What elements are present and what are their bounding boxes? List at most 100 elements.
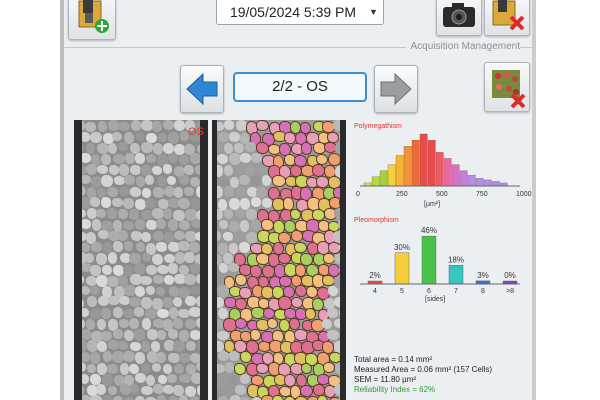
polymegathism-bars — [363, 133, 508, 187]
polymegathism-bar — [387, 164, 396, 187]
endothelial-cell — [185, 340, 196, 351]
endothelial-cell — [235, 187, 247, 198]
datetime-value: 19/05/2024 5:39 PM — [229, 4, 357, 20]
endothelial-cell — [261, 175, 271, 186]
folder-delete-icon — [485, 0, 529, 39]
endothelial-cell — [327, 330, 339, 341]
camera-icon — [437, 3, 481, 39]
endothelial-cell — [240, 396, 250, 400]
endothelial-cell — [179, 154, 189, 166]
endothelial-cell — [129, 187, 142, 197]
endothelial-cell — [112, 395, 123, 400]
endothelial-cell — [141, 252, 151, 263]
endothelial-cell — [112, 351, 124, 364]
endothelial-cell — [97, 164, 109, 174]
measured-area: Measured Area = 0.06 mm² (157 Cells) — [354, 365, 493, 374]
datetime-dropdown[interactable]: 19/05/2024 5:39 PM ▼ — [216, 0, 384, 25]
endothelial-cell — [96, 363, 107, 375]
endothelial-cell — [85, 121, 96, 132]
polymegathism-bar — [467, 175, 476, 187]
raw-endothelium-image — [74, 120, 206, 400]
endothelial-cell — [96, 253, 107, 266]
endothelial-cell — [223, 231, 233, 241]
endothelial-cell — [124, 175, 136, 186]
endothelial-cell — [119, 164, 130, 176]
endothelial-cell — [145, 175, 155, 186]
endothelial-cell — [112, 197, 123, 207]
endothelial-cell — [239, 153, 252, 164]
endothelial-cell — [156, 329, 167, 340]
endothelial-cell — [245, 165, 256, 176]
endothelial-cell — [328, 285, 339, 296]
polymegathism-bar — [371, 176, 380, 187]
endothelial-cell — [134, 307, 144, 317]
endothelial-cell — [134, 351, 146, 364]
endothelial-cell — [119, 318, 130, 329]
endothelial-cell — [135, 153, 145, 164]
endothelial-cell — [184, 318, 197, 329]
analyzed-cell — [284, 131, 296, 144]
endothelial-cell — [156, 286, 166, 297]
pleomorphism-value-label: 18% — [448, 255, 464, 264]
polymegathism-bar — [419, 133, 428, 187]
endothelial-cell — [141, 318, 151, 331]
next-button[interactable] — [374, 65, 418, 113]
endothelial-cell — [174, 230, 185, 241]
endothelial-cell — [123, 351, 135, 362]
camera-button[interactable] — [436, 0, 482, 36]
endothelial-cell — [168, 396, 179, 400]
endothelial-cell — [118, 186, 130, 196]
previous-button[interactable] — [180, 65, 224, 113]
endothelial-cell — [134, 329, 145, 341]
polymegathism-bar — [483, 179, 492, 187]
analyzed-cell — [316, 395, 329, 400]
analyzed-cell — [256, 120, 269, 132]
endothelial-cell — [118, 340, 128, 350]
folder-add-icon — [69, 0, 115, 43]
endothelial-cell — [90, 352, 100, 364]
sem-value: SEM = 11.80 µm² — [354, 375, 417, 384]
endothelial-cell — [86, 296, 98, 308]
polymegathism-tick-label: 500 — [436, 191, 448, 198]
endothelial-cell — [163, 274, 175, 285]
chevron-down-icon: ▼ — [369, 7, 378, 17]
analyzed-cell — [301, 142, 313, 155]
endothelial-cell — [129, 209, 140, 220]
endothelial-cell — [223, 164, 234, 176]
endothelial-cell — [217, 285, 229, 297]
endothelial-cell — [173, 296, 183, 308]
endothelial-cell — [113, 307, 124, 319]
pleomorphism-value-label: 30% — [394, 243, 410, 252]
endothelial-cell — [107, 252, 118, 264]
endothelial-cell — [178, 220, 191, 230]
arrow-right-icon — [375, 72, 417, 116]
endothelial-cell — [85, 253, 95, 263]
endothelial-cell — [156, 242, 168, 252]
pleomorphism-category-label: 6 — [427, 288, 431, 295]
analyzed-cell — [301, 362, 313, 375]
analyzed-cell — [290, 230, 303, 242]
endothelial-cell — [134, 286, 146, 298]
endothelial-cell — [167, 373, 177, 384]
polymegathism-ticks: 0 250 500 750 1000 — [356, 191, 532, 198]
endothelial-cell — [90, 131, 102, 144]
endothelial-cell — [80, 329, 91, 340]
endothelial-cell — [163, 253, 176, 264]
delete-folder-button[interactable] — [484, 0, 530, 36]
endothelial-cell — [152, 274, 165, 285]
polymegathism-bar — [403, 146, 412, 187]
pleomorphism-category-label: 8 — [481, 288, 485, 295]
endothelial-cell — [218, 396, 228, 400]
add-folder-button[interactable] — [68, 0, 116, 40]
endothelial-cell — [184, 164, 194, 176]
endothelial-cell — [80, 285, 91, 296]
endothelial-cell — [168, 307, 178, 319]
pleomorphism-bar — [394, 252, 410, 285]
polymegathism-bar — [443, 158, 452, 187]
endothelial-cell — [107, 208, 118, 219]
polymegathism-tick-label: 250 — [396, 191, 408, 198]
page-indicator: 2/2 - OS — [233, 72, 367, 102]
section-title: Acquisition Management — [406, 41, 520, 52]
delete-image-button[interactable] — [484, 62, 530, 112]
endothelial-cell — [96, 318, 106, 331]
